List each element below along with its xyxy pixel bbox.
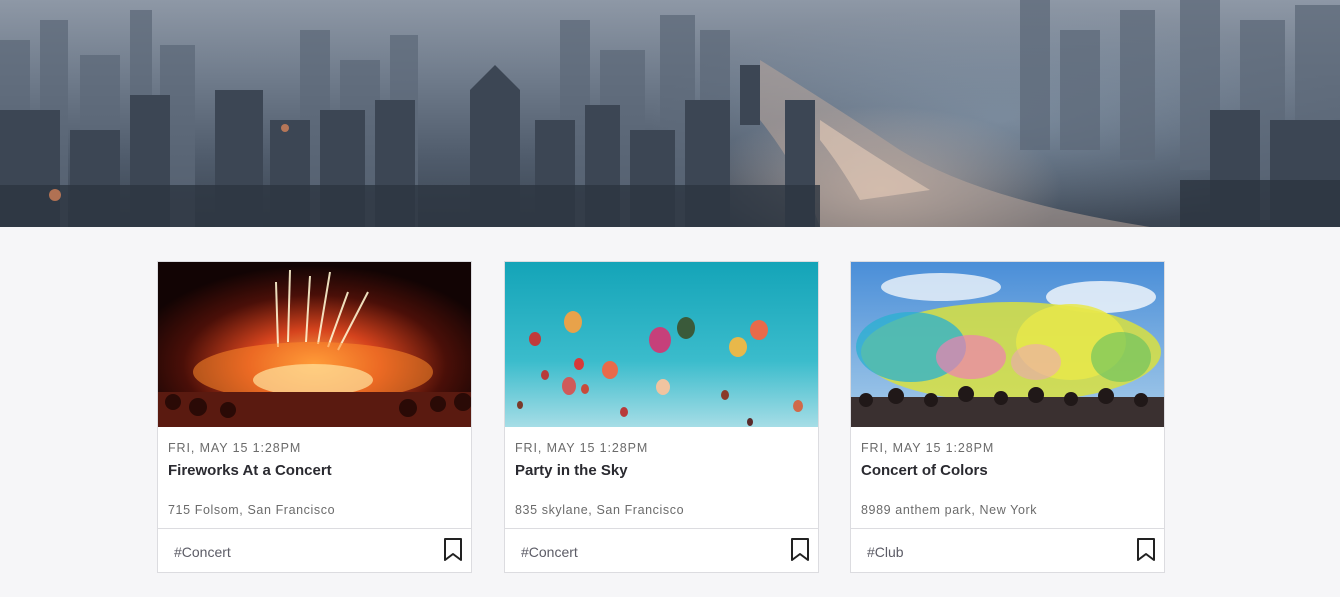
fireworks-concert-image xyxy=(158,262,471,427)
card-footer: #Concert xyxy=(158,528,471,573)
event-date: FRI, MAY 15 1:28PM xyxy=(861,441,995,455)
card-footer: #Club xyxy=(851,528,1164,573)
event-address: 8989 anthem park, New York xyxy=(861,503,1038,517)
city-skyline-image xyxy=(0,0,1340,227)
bookmark-icon[interactable] xyxy=(1136,538,1156,562)
card-footer: #Concert xyxy=(505,528,818,573)
event-address: 835 skylane, San Francisco xyxy=(515,503,685,517)
event-card[interactable]: FRI, MAY 15 1:28PM Party in the Sky 835 … xyxy=(504,261,819,573)
event-tag[interactable]: #Concert xyxy=(174,544,231,560)
event-date: FRI, MAY 15 1:28PM xyxy=(168,441,302,455)
hot-air-balloons-image xyxy=(505,262,818,427)
event-card[interactable]: FRI, MAY 15 1:28PM Concert of Colors 898… xyxy=(850,261,1165,573)
event-card[interactable]: FRI, MAY 15 1:28PM Fireworks At a Concer… xyxy=(157,261,472,573)
event-title[interactable]: Fireworks At a Concert xyxy=(168,462,332,479)
event-date: FRI, MAY 15 1:28PM xyxy=(515,441,649,455)
event-card-list: FRI, MAY 15 1:28PM Fireworks At a Concer… xyxy=(157,261,1165,573)
event-tag[interactable]: #Club xyxy=(867,544,904,560)
color-powder-festival-image xyxy=(851,262,1164,427)
bookmark-icon[interactable] xyxy=(443,538,463,562)
event-address: 715 Folsom, San Francisco xyxy=(168,503,336,517)
bookmark-icon[interactable] xyxy=(790,538,810,562)
event-tag[interactable]: #Concert xyxy=(521,544,578,560)
hero-banner xyxy=(0,0,1340,227)
event-title[interactable]: Concert of Colors xyxy=(861,462,988,479)
event-title[interactable]: Party in the Sky xyxy=(515,462,628,479)
